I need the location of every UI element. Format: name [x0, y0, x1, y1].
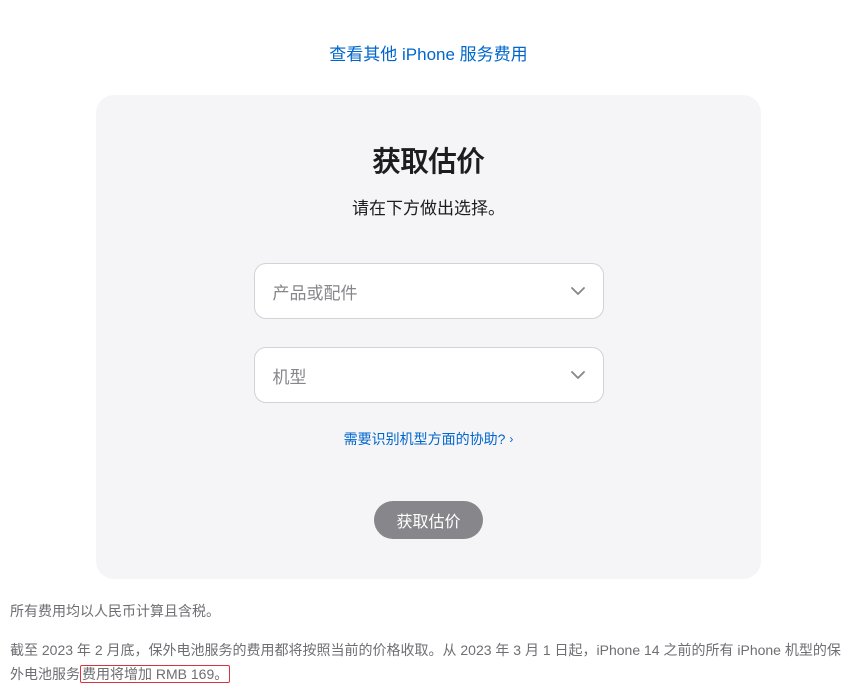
product-select[interactable]: 产品或配件 [254, 263, 604, 319]
product-select-placeholder: 产品或配件 [273, 279, 358, 304]
product-select-wrap: 产品或配件 [254, 263, 604, 319]
tax-note: 所有费用均以人民币计算且含税。 [10, 599, 847, 624]
top-link-container: 查看其他 iPhone 服务费用 [0, 0, 857, 95]
submit-row: 获取估价 [136, 501, 721, 539]
card-subtitle: 请在下方做出选择。 [136, 194, 721, 219]
help-link-label: 需要识别机型方面的协助? [344, 429, 506, 449]
model-select-wrap: 机型 [254, 347, 604, 403]
estimate-card: 获取估价 请在下方做出选择。 产品或配件 机型 需要识别机型方面的协助? › 获… [96, 95, 761, 579]
get-estimate-button[interactable]: 获取估价 [374, 501, 482, 539]
notice-highlight-box: 费用将增加 RMB 169。 [80, 665, 230, 683]
price-change-notice: 截至 2023 年 2 月底，保外电池服务的费用都将按照当前的价格收取。从 20… [10, 638, 847, 687]
chevron-right-icon: › [509, 432, 513, 446]
card-title: 获取估价 [136, 140, 721, 180]
identify-model-help-link[interactable]: 需要识别机型方面的协助? › [344, 429, 514, 449]
model-select[interactable]: 机型 [254, 347, 604, 403]
footer-notes: 所有费用均以人民币计算且含税。 截至 2023 年 2 月底，保外电池服务的费用… [0, 579, 857, 687]
view-other-services-link[interactable]: 查看其他 iPhone 服务费用 [329, 45, 527, 64]
chevron-down-icon [571, 371, 585, 379]
chevron-down-icon [571, 287, 585, 295]
model-select-placeholder: 机型 [273, 363, 307, 388]
